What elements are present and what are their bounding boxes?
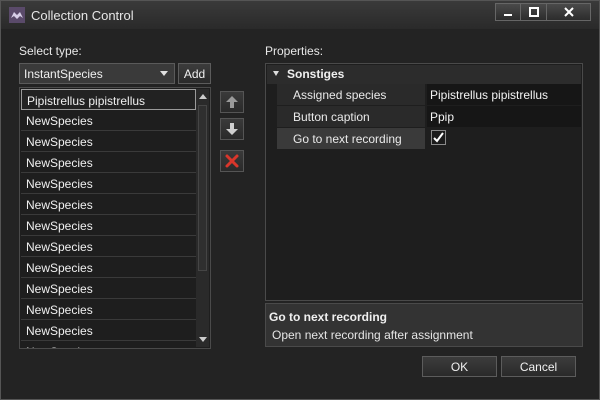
list-item[interactable]: NewSpecies [21,152,196,173]
maximize-button[interactable] [521,3,547,21]
minimize-button[interactable] [495,3,521,21]
property-name: Assigned species [277,84,425,105]
close-button[interactable] [547,3,591,21]
window-title: Collection Control [31,8,134,23]
type-combobox-value: InstantSpecies [24,67,103,81]
move-down-button[interactable] [220,118,244,140]
list-item[interactable]: NewSpecies [21,257,196,278]
minimize-icon [504,14,512,16]
delete-button[interactable] [220,150,244,172]
move-up-button[interactable] [220,91,244,113]
property-category-row[interactable]: Sonstiges [267,65,581,84]
list-item[interactable]: NewSpecies [21,299,196,320]
button-caption-value[interactable]: Ppip [427,106,581,127]
property-name: Button caption [277,106,425,127]
list-item[interactable]: NewSpecies [21,194,196,215]
red-x-icon [225,154,239,168]
checkmark-icon [433,132,444,143]
species-list[interactable]: Pipistrellus pipistrellus NewSpecies NewSp… [19,87,211,349]
property-name: Go to next recording [277,128,425,149]
scroll-down-icon[interactable] [199,337,207,342]
maximize-icon [528,7,539,17]
title-bar[interactable]: Collection Control [1,1,599,29]
property-row-assigned-species[interactable]: Assigned species Pipistrellus pipistrell… [277,84,581,105]
chevron-down-icon [160,71,168,76]
property-row-go-to-next-recording[interactable]: Go to next recording [277,128,581,149]
species-list-items: Pipistrellus pipistrellus NewSpecies NewSp… [21,89,196,348]
description-text: Open next recording after assignment [272,328,473,342]
assigned-species-value[interactable]: Pipistrellus pipistrellus [427,84,581,105]
list-item[interactable]: NewSpecies [21,278,196,299]
list-item[interactable]: NewSpecies [21,320,196,341]
property-category-label: Sonstiges [287,67,345,81]
go-to-next-recording-checkbox[interactable] [431,130,446,145]
bat-icon [9,7,25,23]
list-item[interactable]: NewSpecies [21,215,196,236]
list-item[interactable]: NewSpecies [21,131,196,152]
property-grid: Sonstiges Assigned species Pipistrellus … [265,63,583,301]
select-type-label: Select type: [19,44,82,58]
list-item[interactable]: NewSpecies [21,110,196,131]
scroll-up-icon[interactable] [199,94,207,99]
add-button[interactable]: Add [178,63,211,84]
arrow-up-icon [226,96,238,108]
collapse-icon[interactable] [273,71,279,76]
list-item[interactable]: Pipistrellus pipistrellus [21,89,196,110]
property-row-button-caption[interactable]: Button caption Ppip [277,106,581,127]
scroll-thumb[interactable] [198,105,207,271]
property-description-panel: Go to next recording Open next recording… [265,303,583,347]
properties-label: Properties: [265,44,324,58]
list-item[interactable]: NewSpecies [21,236,196,257]
species-list-scrollbar[interactable] [196,89,209,347]
description-title: Go to next recording [269,310,388,324]
type-combobox[interactable]: InstantSpecies [19,63,175,84]
arrow-down-icon [226,123,238,135]
cancel-button[interactable]: Cancel [501,356,576,377]
ok-button[interactable]: OK [422,356,497,377]
collection-control-window: Collection Control Select type: InstantS… [0,0,600,400]
go-to-next-recording-value [427,128,581,149]
close-icon [563,7,574,17]
list-item[interactable]: NewSpecies [21,173,196,194]
list-item[interactable]: NewSpecies [21,341,196,348]
window-controls [495,3,591,21]
